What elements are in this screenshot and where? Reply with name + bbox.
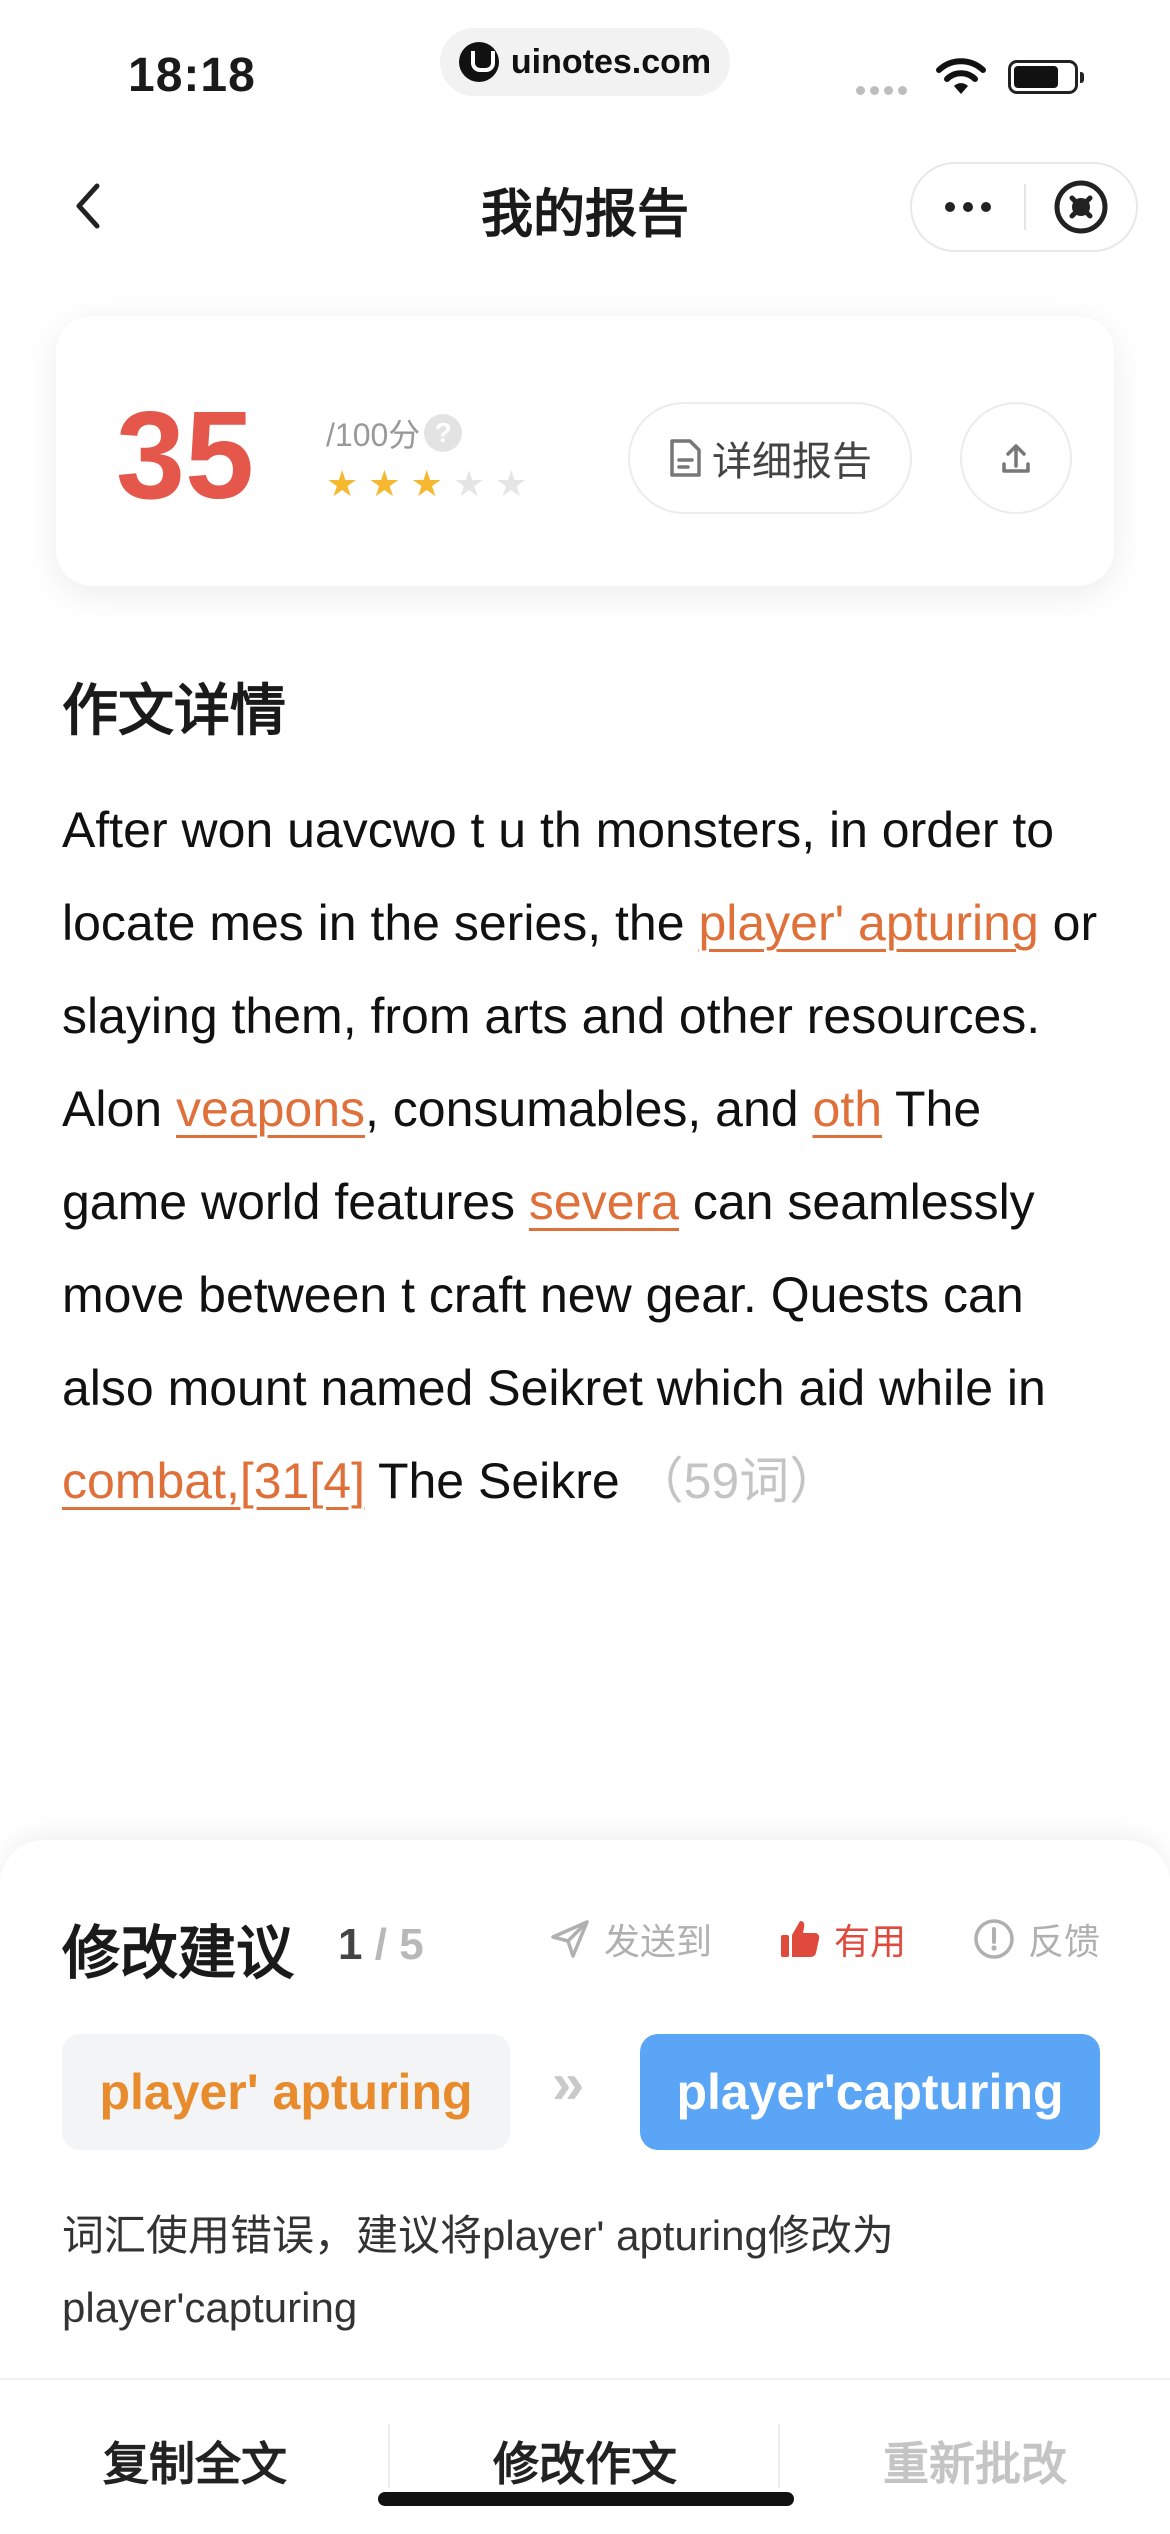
essay-error-highlight[interactable]: oth: [813, 1081, 883, 1137]
share-button[interactable]: [960, 402, 1072, 514]
star-rating: ★ ★ ★ ★ ★: [326, 466, 527, 502]
essay-text: After won uavcwo t u th monsters, in ord…: [62, 784, 1112, 1528]
essay-segment: , consumables, and: [365, 1081, 813, 1137]
double-chevron-right-icon: »: [552, 2051, 585, 2116]
score-max: /100分 ?: [326, 410, 463, 456]
bottom-toolbar: 复制全文 修改作文 重新批改: [0, 2378, 1170, 2534]
mini-program-capsule: [910, 162, 1138, 252]
essay-error-highlight[interactable]: combat,[31[4]: [62, 1453, 365, 1509]
feedback-label: 反馈: [1028, 1921, 1101, 1962]
cellular-signal-icon: [856, 86, 907, 95]
score-value: 35: [116, 387, 254, 525]
upload-icon: [1002, 444, 1030, 473]
essay-error-highlight[interactable]: veapons: [176, 1081, 365, 1137]
battery-icon: [1008, 60, 1084, 94]
wifi-icon: [936, 58, 986, 94]
thumbs-up-icon: [781, 1921, 820, 1957]
send-icon: [551, 1920, 589, 1958]
star-empty-icon: ★: [495, 463, 528, 504]
close-button[interactable]: [1026, 164, 1136, 250]
useful-button[interactable]: 有用: [778, 1906, 906, 1972]
url-text: uinotes.com: [510, 42, 712, 81]
star-filled-icon: ★: [326, 463, 359, 504]
url-pill[interactable]: uinotes.com: [440, 28, 730, 96]
detail-report-label: 详细报告: [712, 440, 872, 484]
useful-label: 有用: [834, 1921, 907, 1962]
send-to-label: 发送到: [604, 1921, 713, 1962]
more-icon: [945, 202, 955, 212]
score-card: 35 /100分 ? ★ ★ ★ ★ ★ 详细报告: [56, 316, 1114, 586]
copy-all-button[interactable]: 复制全文: [0, 2428, 390, 2494]
essay-error-highlight[interactable]: player' apturing: [698, 895, 1038, 951]
more-button[interactable]: [912, 164, 1024, 250]
home-indicator: [378, 2492, 794, 2506]
essay-section-title: 作文详情: [62, 679, 286, 742]
pager-separator: /: [374, 1920, 387, 1969]
pager-current: 1: [338, 1920, 363, 1969]
suggestion-title: 修改建议: [62, 1921, 295, 1986]
exclamation-circle-icon: [974, 1919, 1014, 1959]
status-time: 18:18: [128, 49, 256, 102]
status-bar: 18:18 uinotes.com: [0, 0, 1170, 140]
replacement-phrase-chip[interactable]: player'capturing: [640, 2034, 1100, 2150]
edit-essay-button[interactable]: 修改作文: [390, 2428, 780, 2494]
site-logo-icon: [458, 42, 499, 82]
suggestion-pager: 1 / 5: [338, 1920, 424, 1970]
word-count: （59词）: [619, 1453, 840, 1509]
send-to-button[interactable]: 发送到: [548, 1906, 712, 1972]
regrade-button[interactable]: 重新批改: [780, 2428, 1170, 2494]
essay-segment: The Seikre: [364, 1453, 620, 1509]
detail-report-button[interactable]: 详细报告: [628, 402, 912, 514]
score-max-label: /100分: [326, 417, 421, 453]
help-icon[interactable]: ?: [424, 414, 463, 452]
feedback-button[interactable]: 反馈: [972, 1906, 1100, 1972]
suggestion-description: 词汇使用错误，建议将player' apturing修改为player'capt…: [62, 2212, 894, 2331]
star-empty-icon: ★: [452, 463, 486, 504]
star-filled-icon: ★: [410, 463, 443, 504]
close-circle-icon: [1054, 180, 1108, 234]
original-phrase-chip[interactable]: player' apturing: [62, 2034, 510, 2150]
pager-total: 5: [399, 1920, 424, 1969]
essay-error-highlight[interactable]: severa: [529, 1174, 679, 1230]
star-filled-icon: ★: [368, 463, 401, 504]
document-icon: [670, 439, 701, 477]
